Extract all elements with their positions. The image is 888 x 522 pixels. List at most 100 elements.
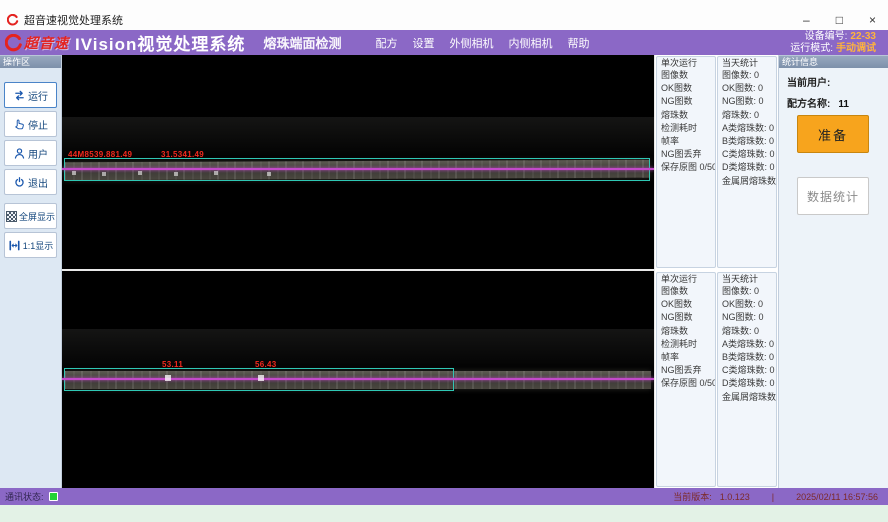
stat-row: 熔珠数: 0 <box>722 109 773 122</box>
stats-section-inner: 单次运行 图像数OK图数NG图数熔珠数检测耗时帧率NG图丢弃保存原图 0/500… <box>655 271 778 488</box>
one-to-one-button[interactable]: 1:1显示 <box>4 232 57 258</box>
stat-row: 图像数: 0 <box>722 285 773 298</box>
menu-item[interactable]: 设置 <box>412 35 434 51</box>
stop-hand-icon <box>13 118 26 131</box>
single-run-title: 单次运行 <box>660 274 698 284</box>
stat-row: D类熔珠数: 0 <box>722 377 773 390</box>
stat-row: 保存原图 0/500 <box>661 161 712 174</box>
sidebar-title: 操作区 <box>0 55 61 68</box>
user-button[interactable]: 用户 <box>4 140 57 166</box>
menu-item[interactable]: 内侧相机 <box>508 35 552 51</box>
outer-camera-viewport[interactable]: 44M8539.881.49 31.5341.49 <box>62 55 654 269</box>
stop-button[interactable]: 停止 <box>4 111 57 137</box>
measurement-label: 56.43 <box>255 360 277 369</box>
strip-marker <box>165 375 171 381</box>
run-button[interactable]: 运行 <box>4 82 57 108</box>
prepare-button[interactable]: 准备 <box>797 115 869 153</box>
user-icon <box>13 147 26 160</box>
run-mode-value: 手动调试 <box>836 43 876 54</box>
strip-marker <box>214 171 218 175</box>
desktop-background <box>0 505 888 522</box>
stat-row: 图像数: 0 <box>722 69 773 82</box>
operation-sidebar: 操作区 运行 停止 用户 退出 全屏显示 <box>0 55 62 488</box>
separator: | <box>772 492 774 502</box>
power-icon <box>13 176 26 189</box>
strip-marker <box>72 171 76 175</box>
app-logo-icon <box>7 14 19 26</box>
image-haze <box>62 117 654 163</box>
stat-row: A类熔珠数: 0 <box>722 122 773 135</box>
stop-button-label: 停止 <box>28 117 48 132</box>
fullscreen-button[interactable]: 全屏显示 <box>4 203 57 229</box>
stat-row: 熔珠数 <box>661 109 712 122</box>
info-panel: 统计信息 当前用户: 配方名称: 11 准备 数据统计 <box>778 55 888 488</box>
today-stats-title: 当天统计 <box>721 58 759 68</box>
window-title: 超音速视觉处理系统 <box>24 12 123 28</box>
stat-row: OK图数 <box>661 298 712 311</box>
statistics-column: 单次运行 图像数OK图数NG图数熔珠数检测耗时帧率NG图丢弃保存原图 0/500… <box>655 55 778 488</box>
device-info: 设备编号:22-33 运行模式:手动调试 <box>790 31 876 55</box>
stat-row: 熔珠数 <box>661 325 712 338</box>
strip-marker <box>174 172 178 176</box>
recipe-name-value: 11 <box>838 99 849 110</box>
run-mode-label: 运行模式: <box>790 43 833 54</box>
current-user-label: 当前用户: <box>787 78 830 89</box>
info-panel-title: 统计信息 <box>779 55 888 68</box>
comm-status-led <box>49 492 58 501</box>
app-header: 超音速 IVision视觉处理系统 熔珠端面检测 配方设置外侧相机内侧相机帮助 … <box>0 30 888 55</box>
today-stats-group: 当天统计 图像数: 0OK图数: 0NG图数: 0熔珠数: 0A类熔珠数: 0B… <box>717 272 777 487</box>
one-to-one-icon <box>8 239 21 252</box>
strip-marker <box>102 172 106 176</box>
scan-line <box>62 168 654 170</box>
menu-item[interactable]: 外侧相机 <box>449 35 493 51</box>
measurement-label: 44M8539.881.49 <box>68 150 132 159</box>
stat-row: 图像数 <box>661 69 712 82</box>
fullscreen-grid-icon <box>6 211 17 222</box>
brand-logo: 超音速 <box>5 33 69 53</box>
minimize-button[interactable]: – <box>803 13 810 27</box>
stat-row: 金属屑熔珠数: 0 <box>722 391 773 404</box>
today-stats-title: 当天统计 <box>721 274 759 284</box>
status-bar: 通讯状态: 当前版本: 1.0.123 | 2025/02/11 16:57:5… <box>0 488 888 505</box>
stat-row: OK图数: 0 <box>722 298 773 311</box>
exit-button[interactable]: 退出 <box>4 169 57 195</box>
os-titlebar: 超音速视觉处理系统 – □ × <box>0 0 888 30</box>
strip-marker <box>258 375 264 381</box>
inner-camera-viewport[interactable]: 53.11 56.43 <box>62 271 654 488</box>
stat-row: 帧率 <box>661 351 712 364</box>
menu-item[interactable]: 帮助 <box>567 35 589 51</box>
close-button[interactable]: × <box>869 13 876 27</box>
version-value: 1.0.123 <box>720 492 750 502</box>
menu-item[interactable]: 配方 <box>375 35 397 51</box>
stat-row: NG图数 <box>661 311 712 324</box>
strip-marker <box>138 171 142 175</box>
stat-row: OK图数: 0 <box>722 82 773 95</box>
single-run-title: 单次运行 <box>660 58 698 68</box>
menu-bar: 配方设置外侧相机内侧相机帮助 <box>375 35 589 51</box>
comm-status-label: 通讯状态: <box>5 490 44 503</box>
single-run-group: 单次运行 图像数OK图数NG图数熔珠数检测耗时帧率NG图丢弃保存原图 0/500 <box>656 56 716 268</box>
stat-row: B类熔珠数: 0 <box>722 135 773 148</box>
stat-row: 金属屑熔珠数: 0 <box>722 175 773 188</box>
brand-swirl-icon <box>5 34 23 52</box>
maximize-button[interactable]: □ <box>836 13 843 27</box>
stats-section-outer: 单次运行 图像数OK图数NG图数熔珠数检测耗时帧率NG图丢弃保存原图 0/500… <box>655 55 778 269</box>
measurement-label: 31.5341.49 <box>161 150 204 159</box>
brand-name: 超音速 <box>24 33 69 53</box>
scan-line <box>62 378 654 380</box>
measurement-label: 53.11 <box>162 360 183 369</box>
main-area: 操作区 运行 停止 用户 退出 全屏显示 <box>0 55 888 488</box>
user-button-label: 用户 <box>28 146 48 161</box>
data-statistics-button[interactable]: 数据统计 <box>797 177 869 215</box>
stat-row: B类熔珠数: 0 <box>722 351 773 364</box>
app-title: IVision视觉处理系统 <box>75 30 245 55</box>
stat-row: 检测耗时 <box>661 122 712 135</box>
one-to-one-button-label: 1:1显示 <box>23 239 54 252</box>
stat-row: 图像数 <box>661 285 712 298</box>
stat-row: D类熔珠数: 0 <box>722 161 773 174</box>
stat-row: 帧率 <box>661 135 712 148</box>
device-number-value: 22-33 <box>850 31 876 42</box>
datetime-value: 2025/02/11 16:57:56 <box>796 492 878 502</box>
stat-row: NG图数: 0 <box>722 311 773 324</box>
recipe-name-label: 配方名称: <box>787 99 830 110</box>
